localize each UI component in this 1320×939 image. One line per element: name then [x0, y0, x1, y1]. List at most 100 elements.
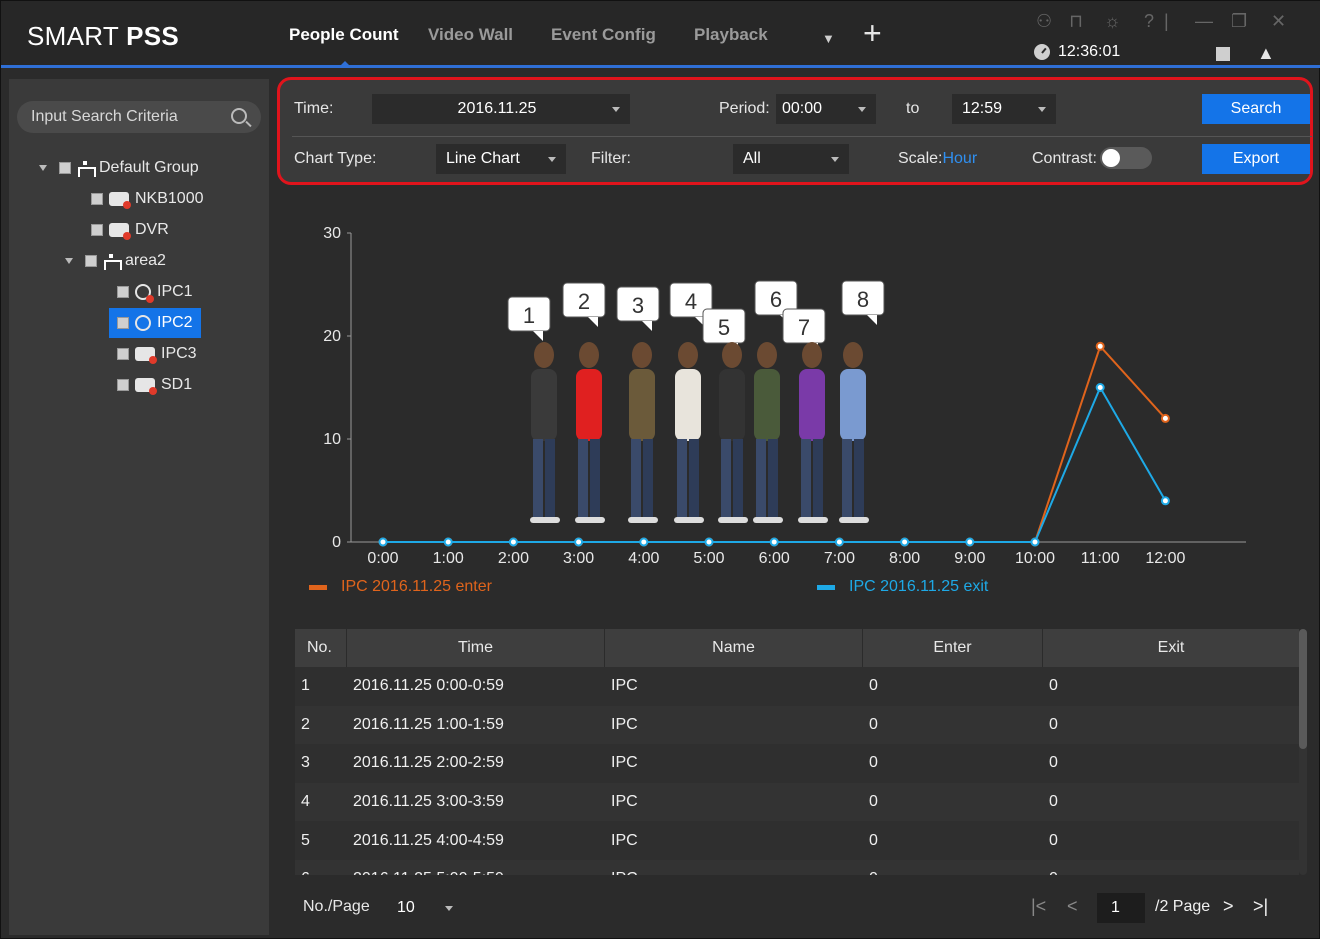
tree-item-ipc1[interactable]: IPC1 — [117, 279, 193, 305]
date-dropdown[interactable]: 2016.11.25 — [372, 94, 630, 124]
next-page-icon[interactable]: > — [1223, 896, 1234, 917]
column-header-time[interactable]: Time — [347, 629, 605, 667]
search-input[interactable] — [31, 101, 221, 133]
search-icon[interactable] — [231, 108, 247, 124]
cell-no: 2 — [301, 715, 310, 733]
cell-time: 2016.11.25 0:00-0:59 — [353, 677, 504, 695]
expand-arrow-icon[interactable] — [39, 165, 47, 171]
lock-icon[interactable]: ⊓ — [1069, 11, 1083, 32]
table-row[interactable]: 5 2016.11.25 4:00-4:59 IPC 0 0 — [295, 821, 1299, 860]
x-tick-label: 7:00 — [824, 550, 855, 567]
table-row[interactable]: 62016.11.25 5:00-5:59IPC00 — [295, 859, 1299, 875]
checkbox[interactable] — [117, 348, 129, 360]
checkbox[interactable] — [91, 193, 103, 205]
person-leg — [590, 439, 600, 519]
bubble-number: 3 — [632, 293, 644, 318]
search-box[interactable] — [17, 101, 261, 133]
checkbox[interactable] — [91, 224, 103, 236]
chart-type-dropdown[interactable]: Line Chart — [436, 144, 566, 174]
contrast-toggle[interactable] — [1100, 147, 1152, 169]
close-icon[interactable]: ✕ — [1271, 11, 1286, 32]
cell-no: 1 — [301, 677, 310, 695]
scrollbar-thumb[interactable] — [1299, 629, 1307, 749]
legend-enter[interactable]: IPC 2016.11.25 enter — [309, 578, 492, 596]
cell-time: 2016.11.25 5:00-5:59 — [347, 870, 605, 875]
line-chart-svg: 0 10 20 30 0:00 1:00 2:00 3:00 4:00 5:00 6:00 7:00 8… — [323, 225, 1246, 567]
per-page-dropdown[interactable]: 10 — [387, 893, 463, 923]
checkbox[interactable] — [117, 286, 129, 298]
table-scrollbar[interactable] — [1299, 629, 1307, 875]
scale-value[interactable]: Hour — [942, 150, 977, 167]
x-tick-label: 5:00 — [693, 550, 724, 567]
period-label: Period: — [719, 100, 770, 117]
tree-item-dvr[interactable]: DVR — [91, 217, 169, 243]
person-head — [843, 342, 863, 368]
minimize-icon[interactable]: — — [1195, 11, 1213, 32]
tree-item-nkb1000[interactable]: NKB1000 — [91, 186, 204, 212]
checkbox[interactable] — [117, 317, 129, 329]
y-tick-label: 30 — [323, 225, 341, 242]
add-tab-icon[interactable]: + — [863, 17, 882, 49]
first-page-icon[interactable]: |< — [1031, 896, 1046, 917]
cpu-icon[interactable] — [1216, 47, 1230, 61]
tab-people-count[interactable]: People Count — [289, 25, 399, 45]
contrast-label: Contrast: — [1032, 150, 1097, 167]
table-row[interactable]: 3 2016.11.25 2:00-2:59 IPC 0 0 — [295, 744, 1299, 783]
cell-no: 4 — [301, 793, 310, 811]
help-icon[interactable]: ? — [1144, 11, 1154, 32]
bubble-number: 8 — [857, 287, 869, 312]
expand-arrow-icon[interactable] — [65, 258, 73, 264]
page-number-input[interactable] — [1097, 893, 1145, 923]
table-row[interactable]: 2 2016.11.25 1:00-1:59 IPC 0 0 — [295, 705, 1299, 745]
checkbox[interactable] — [59, 162, 71, 174]
person-shoes — [575, 517, 605, 523]
last-page-icon[interactable]: >| — [1253, 896, 1268, 917]
person-leg — [578, 439, 588, 519]
person-leg — [643, 439, 653, 519]
prev-page-icon[interactable]: < — [1067, 896, 1078, 917]
cell-time: 2016.11.25 1:00-1:59 — [353, 715, 504, 733]
column-header-name[interactable]: Name — [605, 629, 863, 667]
checkbox[interactable] — [117, 379, 129, 391]
tree-item-ipc3[interactable]: IPC3 — [117, 341, 197, 367]
bell-icon[interactable]: ▲ — [1257, 43, 1275, 64]
x-tick-label: 0:00 — [367, 550, 398, 567]
checkbox[interactable] — [85, 255, 97, 267]
user-icon[interactable]: ⚇ — [1036, 11, 1052, 32]
column-header-enter[interactable]: Enter — [863, 629, 1043, 667]
period-start-dropdown[interactable]: 00:00 — [776, 94, 876, 124]
tab-playback[interactable]: Playback — [694, 25, 768, 45]
export-button[interactable]: Export — [1202, 144, 1310, 174]
person-head — [757, 342, 777, 368]
chart-axes: 0 10 20 30 0:00 1:00 2:00 3:00 4:00 5:00 6:00 7:00 8… — [323, 225, 1246, 567]
settings-icon[interactable]: ☼ — [1104, 11, 1121, 32]
tab-more-dropdown-icon[interactable]: ▼ — [822, 31, 835, 46]
tab-event-config[interactable]: Event Config — [551, 25, 656, 45]
speech-bubble-tail — [588, 317, 598, 327]
period-end-dropdown[interactable]: 12:59 — [952, 94, 1056, 124]
people-count-table: No. Time Name Enter Exit 1 2016.11.25 0:0… — [295, 629, 1299, 875]
filter-label: Filter: — [591, 150, 631, 167]
data-point — [769, 537, 779, 547]
legend-label-exit: IPC 2016.11.25 exit — [849, 578, 989, 595]
table-row[interactable]: 4 2016.11.25 3:00-3:59 IPC 0 0 — [295, 782, 1299, 822]
bubble-number: 2 — [578, 289, 590, 314]
tab-video-wall[interactable]: Video Wall — [428, 25, 513, 45]
column-header-exit[interactable]: Exit — [1043, 629, 1299, 667]
table-row[interactable]: 1 2016.11.25 0:00-0:59 IPC 0 0 — [295, 667, 1299, 706]
legend-label-enter: IPC 2016.11.25 enter — [341, 578, 492, 595]
device-tree-panel: Default Group NKB1000 DVR area2 IPC1 IPC… — [9, 79, 269, 935]
tree-item-ipc2[interactable]: IPC2 — [109, 308, 201, 338]
person-torso — [840, 369, 866, 441]
search-button[interactable]: Search — [1202, 94, 1310, 124]
tree-item-default-group[interactable]: Default Group — [39, 155, 199, 181]
restore-icon[interactable]: ❐ — [1231, 11, 1247, 32]
filter-dropdown[interactable]: All — [733, 144, 849, 174]
person-leg — [721, 439, 731, 519]
page-total-label: /2 Page — [1155, 898, 1211, 915]
tree-item-area2[interactable]: area2 — [65, 248, 166, 274]
tree-item-sd1[interactable]: SD1 — [117, 372, 192, 398]
x-tick-label: 2:00 — [498, 550, 529, 567]
legend-exit[interactable]: IPC 2016.11.25 exit — [817, 578, 988, 596]
column-header-no[interactable]: No. — [295, 629, 347, 667]
